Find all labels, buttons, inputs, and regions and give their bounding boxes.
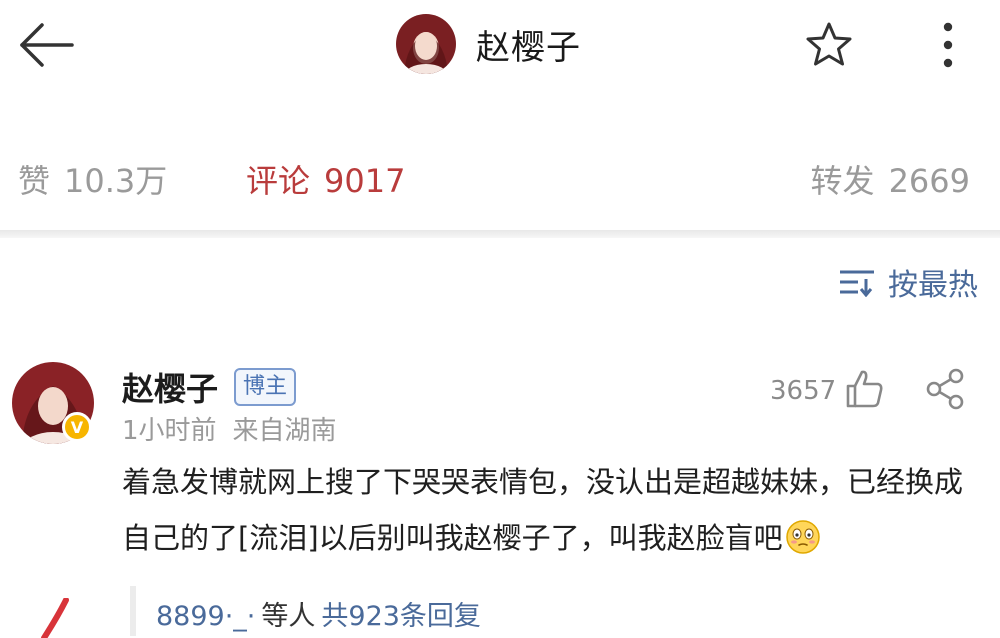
- reply-user-name[interactable]: 8899·_·: [156, 601, 255, 632]
- arrow-left-icon: [20, 23, 74, 67]
- comments-label: 评论: [246, 162, 311, 200]
- section-divider: [0, 230, 1000, 238]
- comment-author-name[interactable]: 赵樱子: [122, 364, 218, 410]
- header-title-group[interactable]: 赵樱子: [396, 12, 581, 76]
- back-button[interactable]: [18, 20, 78, 70]
- header-avatar[interactable]: [396, 14, 456, 74]
- author-badge: 博主: [234, 368, 297, 406]
- like-button[interactable]: [842, 366, 886, 410]
- view-replies-link[interactable]: 8899·_· 等人 共923条回复: [156, 594, 481, 633]
- comment-source: 来自湖南: [232, 416, 337, 446]
- likes-label: 赞: [18, 162, 51, 200]
- comments-count: 9017: [324, 162, 406, 200]
- sort-label: 按最热: [888, 268, 978, 303]
- reposts-label: 转发: [810, 162, 875, 200]
- comment-item: V 赵樱子 博主 1小时前 来自湖南 3657 着急发博就网上搜了下哭哭表情包，没…: [0, 350, 1000, 638]
- share-button[interactable]: [922, 366, 968, 412]
- share-icon: [926, 368, 964, 410]
- verified-v-icon: V: [62, 412, 92, 442]
- comment-text: 着急发博就网上搜了下哭哭表情包，没认出是超越妹妹，已经换成自己的了[流泪]以后别…: [122, 454, 972, 566]
- comment-body: 着急发博就网上搜了下哭哭表情包，没认出是超越妹妹，已经换成自己的了[流泪]以后别…: [122, 465, 964, 555]
- page-title: 赵樱子: [476, 27, 581, 68]
- replies-indicator-bar: [130, 586, 136, 636]
- favorite-button[interactable]: [804, 20, 854, 70]
- thumbs-up-icon: [846, 370, 883, 408]
- reposts-count: 2669: [888, 162, 970, 200]
- comment-like-count: 3657: [770, 376, 837, 406]
- vertical-dots-icon: [943, 22, 953, 68]
- sort-lines-icon: [840, 270, 874, 297]
- stats-row: 赞 10.3万 评论 9017 转发 2669: [0, 140, 1000, 210]
- more-options-button[interactable]: [932, 20, 964, 70]
- top-navigation-bar: 赵樱子: [0, 0, 1000, 90]
- reply-mid-text: 等人: [261, 601, 316, 632]
- embarrassed-face-icon: [785, 520, 820, 554]
- likes-count: 10.3万: [64, 162, 168, 200]
- sort-toggle[interactable]: 按最热: [838, 262, 978, 303]
- red-annotation-mark: [41, 598, 69, 638]
- comment-meta: 1小时前 来自湖南: [122, 410, 337, 447]
- reply-count[interactable]: 共923条回复: [321, 601, 481, 632]
- tab-likes[interactable]: 赞 10.3万: [18, 156, 167, 202]
- tab-comments[interactable]: 评论 9017: [246, 156, 405, 202]
- star-outline-icon: [806, 22, 852, 66]
- tab-reposts[interactable]: 转发 2669: [811, 156, 970, 202]
- comment-time: 1小时前: [122, 416, 217, 446]
